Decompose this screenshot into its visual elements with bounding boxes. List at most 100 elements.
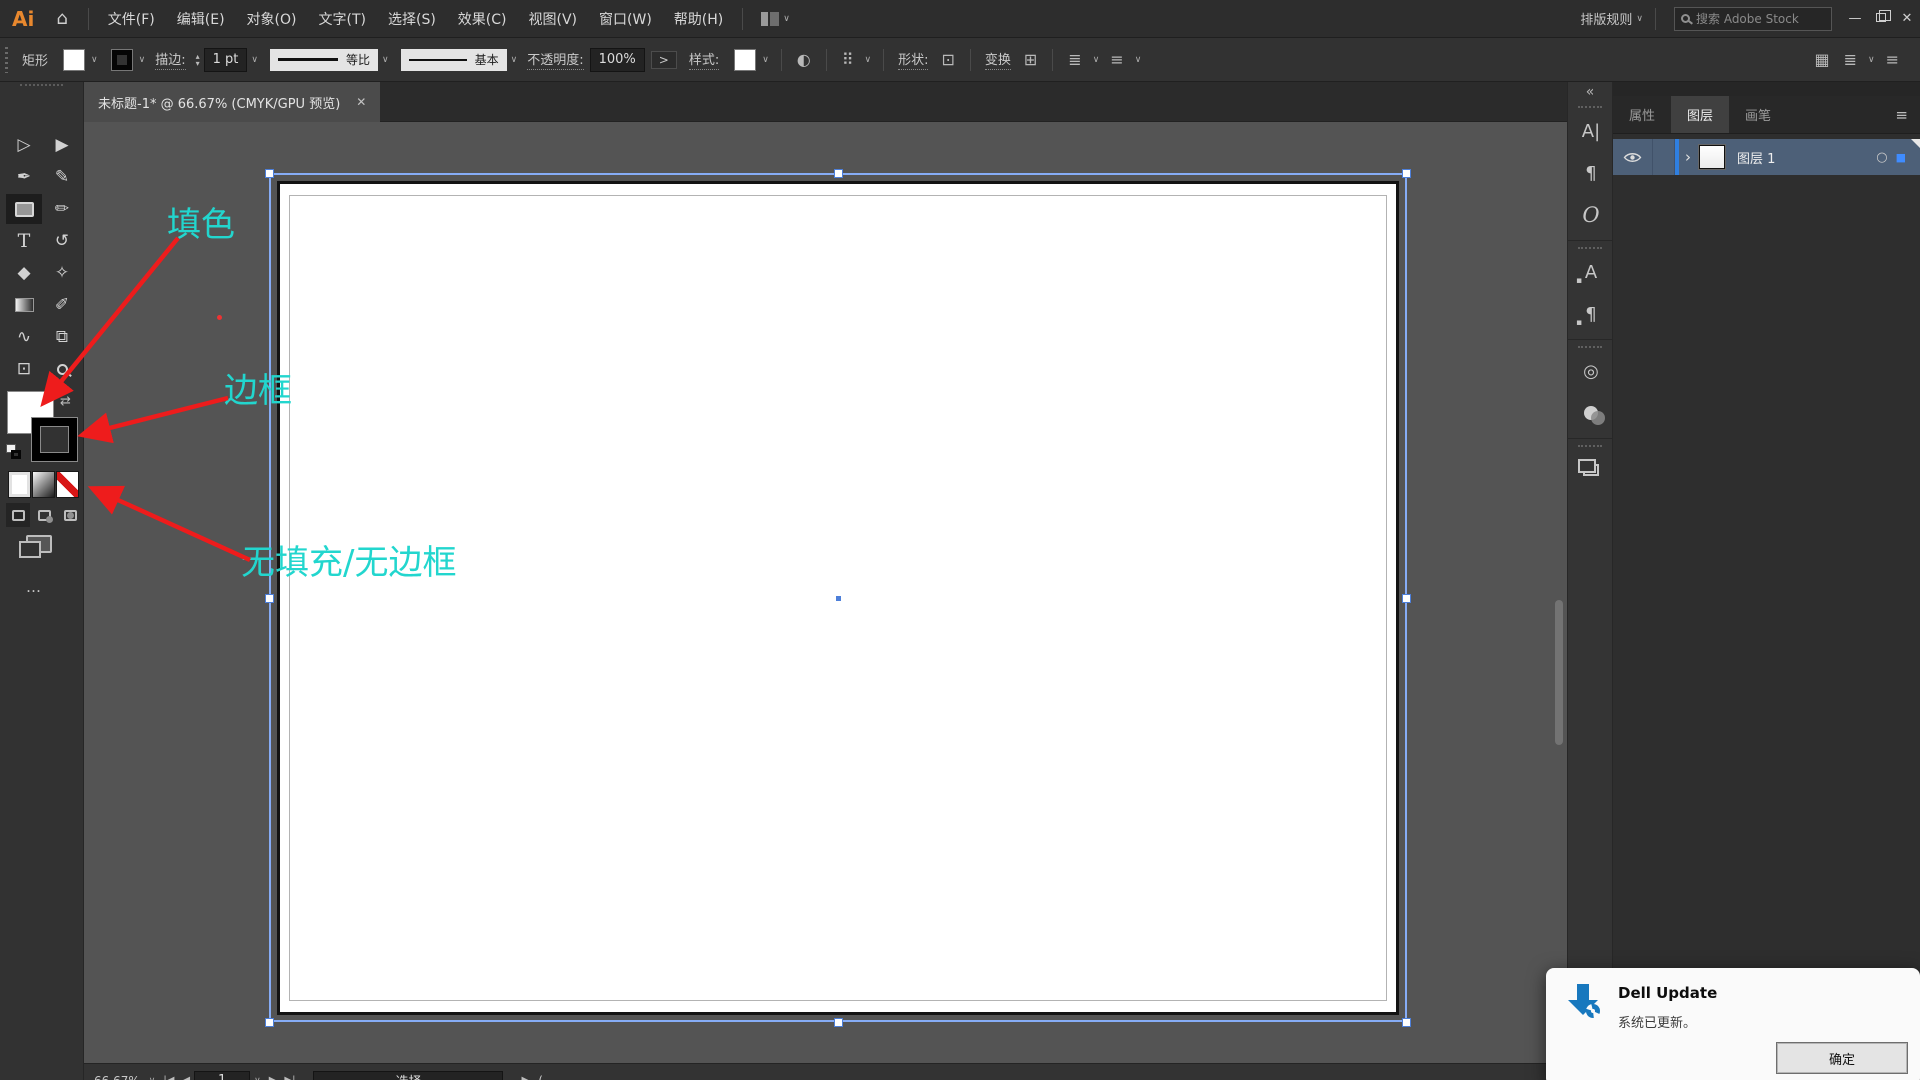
stroke-weight-field[interactable]: 1 pt (204, 48, 248, 72)
opentype-panel-icon[interactable]: O (1568, 194, 1614, 236)
close-button[interactable]: ✕ (1894, 11, 1920, 26)
minimize-button[interactable]: — (1842, 11, 1868, 26)
width-profile-dropdown[interactable]: 等比 (270, 49, 378, 71)
pen-tool[interactable]: ✒ (6, 162, 42, 192)
chevron-down-icon[interactable]: ∨ (511, 55, 518, 65)
panel-menu-icon[interactable]: ≡ (1883, 96, 1920, 133)
composer-rules-dropdown[interactable]: 排版规则 (1580, 9, 1632, 28)
panel-drag-handle[interactable] (20, 84, 63, 94)
swap-fill-stroke-icon[interactable]: ⇄ (60, 394, 71, 409)
chevron-down-icon[interactable]: ∨ (762, 55, 769, 65)
selection-center-point[interactable] (835, 595, 842, 602)
transparency-panel-icon[interactable] (1568, 392, 1614, 434)
menu-item-edit[interactable]: 编辑(E) (166, 9, 236, 29)
ok-button[interactable]: 确定 (1776, 1042, 1908, 1074)
menu-item-object[interactable]: 对象(O) (236, 9, 308, 29)
layer-thumbnail[interactable] (1699, 145, 1725, 169)
layer-selection-indicator[interactable]: ■ (1896, 151, 1906, 164)
expand-panels-icon[interactable]: « (1568, 82, 1612, 100)
fill-color-swatch[interactable] (64, 50, 84, 70)
draw-behind-button[interactable] (32, 503, 56, 527)
gradient-button[interactable] (33, 472, 54, 497)
dock-group-handle[interactable] (1578, 445, 1602, 447)
chevron-down-icon[interactable]: ∨ (139, 55, 146, 65)
dock-group-handle[interactable] (1578, 106, 1602, 108)
selection-handle-s[interactable] (834, 1018, 843, 1027)
paragraph-styles-panel-icon[interactable]: ¶▪ (1568, 293, 1614, 335)
pathfinder-panel-icon[interactable] (1568, 449, 1614, 491)
workspace-grid-icon[interactable]: ▦ (1814, 50, 1829, 69)
puppet-warp-tool[interactable]: ⧉ (44, 322, 80, 352)
last-artboard-button[interactable]: ▶| (284, 1075, 295, 1080)
status-hint-field[interactable]: 选择 (313, 1071, 503, 1080)
paragraph-settings-icon[interactable]: ≣ (1844, 50, 1857, 69)
list-options-icon[interactable]: ≡ (1886, 50, 1899, 69)
edit-toolbar-icon[interactable]: … (26, 578, 43, 596)
apply-recolor-button[interactable]: > (651, 51, 677, 69)
stroke-color-swatch[interactable] (112, 50, 132, 70)
chevron-down-icon[interactable]: ∨ (1135, 55, 1142, 65)
brush-definition-dropdown[interactable]: 基本 (401, 49, 507, 71)
style-swatch[interactable] (735, 50, 755, 70)
rotate-tool[interactable]: ↺ (44, 226, 80, 256)
document-setup-icon[interactable]: ◐ (797, 50, 811, 69)
previous-artboard-button[interactable]: ◀ (182, 1075, 190, 1080)
zoom-level-field[interactable]: 66.67% (94, 1074, 140, 1080)
stroke-weight-label[interactable]: 描边: (155, 49, 185, 70)
align-objects-icon[interactable]: ≣ (1068, 50, 1081, 69)
stroke-color-control[interactable] (32, 418, 77, 461)
default-fill-stroke-icon[interactable] (6, 444, 23, 460)
menu-item-help[interactable]: 帮助(H) (663, 9, 734, 29)
dell-update-notification[interactable]: Dell Update 系统已更新。 确定 (1546, 968, 1920, 1080)
layer-row[interactable]: › 图层 1 ○ ■ (1613, 139, 1920, 175)
screen-mode-button[interactable] (26, 535, 52, 553)
paintbrush-tool[interactable]: ✏ (44, 194, 80, 224)
first-artboard-button[interactable]: |◀ (163, 1075, 174, 1080)
appearance-panel-icon[interactable]: ◎ (1568, 350, 1614, 392)
chevron-down-icon[interactable]: ∨ (1636, 14, 1643, 24)
chevron-down-icon[interactable]: ∨ (1093, 55, 1100, 65)
type-tool[interactable]: T (6, 226, 42, 256)
selection-handle-nw[interactable] (265, 169, 274, 178)
home-icon[interactable]: ⌂ (56, 8, 67, 29)
chevron-down-icon[interactable]: ∨ (91, 55, 98, 65)
tab-close-icon[interactable]: ✕ (356, 95, 366, 109)
none-button[interactable] (57, 472, 78, 497)
chevron-down-icon[interactable]: ∨ (783, 14, 790, 24)
vertical-scrollbar[interactable] (1555, 600, 1563, 745)
menu-item-select[interactable]: 选择(S) (377, 9, 447, 29)
opacity-label[interactable]: 不透明度: (527, 49, 583, 70)
layer-target-icon[interactable]: ○ (1876, 150, 1887, 165)
transform-label[interactable]: 变换 (985, 49, 1011, 70)
paragraph-panel-icon[interactable]: ¶ (1568, 152, 1614, 194)
zoom-tool[interactable] (44, 354, 80, 384)
tab-properties[interactable]: 属性 (1613, 96, 1671, 133)
adobe-stock-search-input[interactable]: 搜索 Adobe Stock (1674, 7, 1832, 31)
artboard-tool[interactable]: ⊡ (6, 354, 42, 384)
layer-visibility-toggle[interactable] (1613, 139, 1653, 175)
document-tab[interactable]: 未标题-1* @ 66.67% (CMYK/GPU 预览) ✕ (84, 82, 380, 122)
layer-expand-icon[interactable]: › (1679, 148, 1699, 166)
selection-tool[interactable]: ▷ (6, 130, 42, 160)
distribute-objects-icon[interactable]: ≡ (1110, 50, 1123, 69)
selection-handle-w[interactable] (265, 594, 274, 603)
shape-options-icon[interactable]: ⊡ (941, 50, 954, 69)
shape-label[interactable]: 形状: (898, 49, 928, 70)
tab-layers[interactable]: 图层 (1671, 96, 1729, 133)
align-grid-icon[interactable]: ⠿ (842, 50, 854, 69)
selection-handle-n[interactable] (834, 169, 843, 178)
next-artboard-button[interactable]: ▶ (269, 1075, 277, 1080)
curvature-tool[interactable]: ✎ (44, 162, 80, 192)
chevron-down-icon[interactable]: ∨ (251, 55, 258, 65)
selection-handle-sw[interactable] (265, 1018, 274, 1027)
canvas[interactable]: 填色 边框 无填充/无边框 (84, 122, 1567, 1063)
style-label[interactable]: 样式: (689, 49, 719, 70)
chevron-down-icon[interactable]: ∨ (149, 1076, 156, 1080)
opacity-field[interactable]: 100% (590, 48, 645, 72)
illustrator-logo[interactable]: Ai (12, 7, 34, 31)
panel-grip[interactable] (5, 47, 8, 73)
stroke-weight-stepper[interactable]: ▴▾ (196, 53, 200, 67)
eyedropper-tool[interactable]: ✐ (44, 290, 80, 320)
draw-normal-button[interactable] (6, 503, 30, 527)
dock-group-handle[interactable] (1578, 346, 1602, 348)
